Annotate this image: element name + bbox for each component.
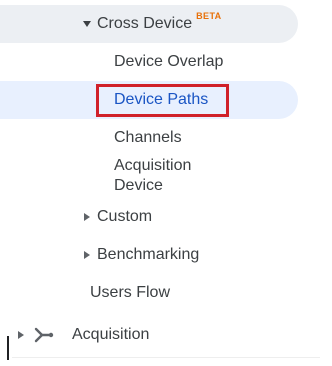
sidebar-item-users-flow[interactable]: Users Flow <box>0 274 170 312</box>
sidebar-nav: Cross Device BETA Device Overlap Device … <box>0 0 332 366</box>
divider <box>12 357 320 358</box>
sidebar-item-label: Channels <box>114 129 182 146</box>
sidebar-item-cross-device[interactable]: Cross Device BETA <box>0 5 298 43</box>
sidebar-item-label: Custom <box>97 208 153 225</box>
sidebar-item-channels[interactable]: Channels <box>0 119 182 157</box>
sidebar-item-label: Users Flow <box>90 284 171 301</box>
sidebar-item-label-line2: Device <box>114 177 163 194</box>
branch-icon <box>34 327 54 343</box>
sidebar-item-label: Device Overlap <box>114 53 224 70</box>
sidebar-item-custom[interactable]: Custom <box>0 198 152 236</box>
highlight-box <box>96 84 229 117</box>
sidebar-item-label: Cross Device <box>97 15 193 32</box>
caret-right-icon <box>84 213 90 221</box>
sidebar-item-label: Benchmarking <box>97 246 200 263</box>
sidebar-item-label-line1: Acquisition <box>114 157 192 174</box>
sidebar-item-acquisition-device[interactable]: Acquisition Device <box>114 156 191 196</box>
sidebar-item-label: Acquisition <box>72 326 150 343</box>
text-cursor <box>7 336 9 360</box>
sidebar-item-benchmarking[interactable]: Benchmarking <box>0 236 199 274</box>
beta-badge: BETA <box>196 11 222 21</box>
sidebar-item-acquisition[interactable]: Acquisition <box>0 316 149 354</box>
caret-right-icon <box>84 251 90 259</box>
caret-down-icon <box>83 21 91 27</box>
caret-right-icon <box>18 331 24 339</box>
sidebar-item-device-overlap[interactable]: Device Overlap <box>0 43 223 81</box>
